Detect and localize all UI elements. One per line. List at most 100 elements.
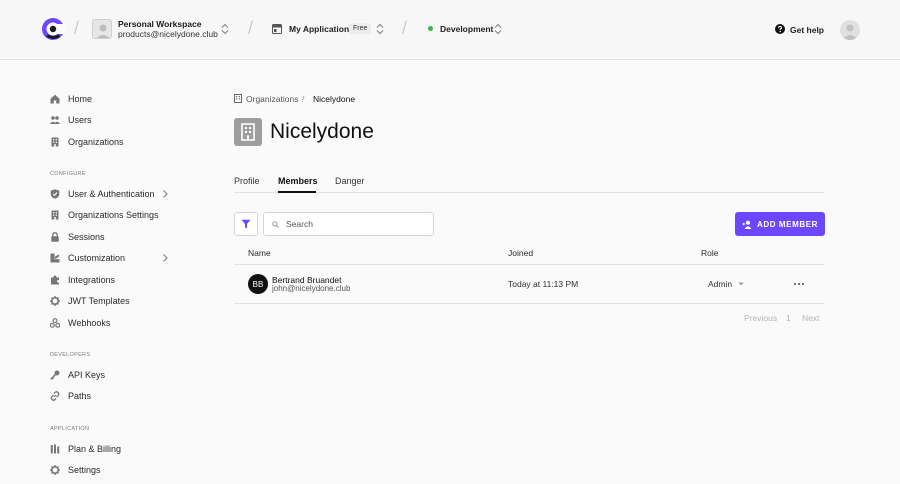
tab-profile[interactable]: Profile [234,176,260,186]
sidebar-item-label: Settings [68,465,101,475]
application-icon [272,24,282,34]
breadcrumb-current: Nicelydone [313,94,356,104]
user-avatar[interactable] [840,20,860,40]
table-row-divider [234,303,824,304]
filter-icon [241,219,251,229]
table-header-divider [234,264,824,265]
sidebar-item-settings[interactable]: Settings [50,463,101,477]
sidebar-item-user-authentication[interactable]: User & Authentication [50,187,168,201]
person-icon [96,24,110,38]
header-divider: / [402,18,408,38]
brush-icon [50,253,60,263]
help-icon[interactable] [775,24,785,34]
billing-icon [50,444,60,454]
clerk-logo[interactable] [40,16,66,42]
member-joined: Today at 11:13 PM [508,279,579,289]
pagination-page[interactable]: 1 [786,313,791,323]
workspace-name[interactable]: Personal Workspace [118,19,201,29]
chevron-right-icon [163,254,168,262]
sidebar-item-plan-billing[interactable]: Plan & Billing [50,442,121,456]
sidebar-item-users[interactable]: Users [50,113,92,127]
sidebar-item-label: Webhooks [68,318,111,328]
webhook-icon [50,318,60,328]
sidebar-item-api-keys[interactable]: API Keys [50,368,105,382]
application-switcher-icon[interactable] [376,23,384,35]
building-icon [241,123,255,141]
sidebar-item-webhooks[interactable]: Webhooks [50,316,110,330]
lock-icon [51,232,59,242]
sidebar-item-home[interactable]: Home [50,92,92,106]
workspace-switcher-icon[interactable] [221,23,229,35]
sidebar-item-integrations[interactable]: Integrations [50,273,115,287]
add-user-icon [742,220,752,229]
add-member-button[interactable]: ADD MEMBER [735,212,825,236]
sidebar-item-label: Home [68,94,93,104]
caret-down-icon[interactable] [738,282,744,286]
header-divider: / [74,18,80,38]
sidebar-item-organizations[interactable]: Organizations [50,135,124,149]
sidebar-item-label: User & Authentication [68,189,155,199]
sidebar-item-label: JWT Templates [68,296,130,306]
building-icon [234,94,242,103]
sidebar-item-jwt-templates[interactable]: JWT Templates [50,294,130,308]
active-tab-indicator [278,191,316,193]
page-title: Nicelydone [270,120,374,143]
add-member-label: ADD MEMBER [756,219,819,229]
application-name[interactable]: My Application [289,24,349,34]
member-email: john@nicelydone.club [272,284,351,293]
building-icon [51,137,59,147]
person-icon [842,24,858,40]
column-header-role: Role [701,248,719,258]
sidebar-item-customization[interactable]: Customization [50,251,168,265]
breadcrumb-separator: / [302,94,305,104]
tab-danger[interactable]: Danger [335,176,365,186]
puzzle-icon [51,275,59,285]
column-header-name: Name [248,248,271,258]
sidebar-item-label: Organizations Settings [68,210,159,220]
sidebar-item-label: Sessions [68,232,105,242]
workspace-email[interactable]: products@nicelydone.club [118,29,218,39]
sidebar-item-label: API Keys [68,370,106,380]
more-actions-icon[interactable] [793,282,805,286]
gear-icon [50,465,60,475]
shield-icon [50,189,60,199]
filter-button[interactable] [234,212,258,236]
sidebar-item-label: Organizations [68,137,124,147]
chevron-right-icon [163,190,168,198]
header-divider: / [248,18,254,38]
search-field[interactable] [263,212,434,236]
environment-status-dot [428,26,433,31]
member-avatar: BB [248,274,268,294]
environment-switcher-icon[interactable] [494,23,502,35]
search-icon [272,221,279,228]
key-icon [50,370,60,380]
organization-logo[interactable] [234,118,262,146]
building-icon [51,210,59,220]
sidebar-item-label: Users [68,115,92,125]
sidebar-item-paths[interactable]: Paths [50,389,91,403]
sidebar-item-organizations-settings[interactable]: Organizations Settings [50,208,159,222]
users-icon [50,116,60,124]
sidebar-item-sessions[interactable]: Sessions [50,230,105,244]
tab-members[interactable]: Members [278,176,318,186]
link-icon [50,391,60,401]
sidebar-item-label: Paths [68,391,92,401]
home-icon [50,94,60,104]
pagination-previous[interactable]: Previous [744,313,777,323]
sidebar-section-title: CONFIGURE [50,171,86,177]
get-help-link[interactable]: Get help [790,25,824,35]
search-input[interactable] [286,217,426,231]
sidebar-section-title: APPLICATION [50,426,90,432]
sidebar-item-label: Integrations [68,275,116,285]
sidebar-section-title: DEVELOPERS [50,352,91,358]
environment-name[interactable]: Development [440,24,493,34]
member-role-select[interactable]: Admin [708,279,732,289]
tabs-divider [234,192,824,193]
sidebar-item-label: Plan & Billing [68,444,122,454]
pagination-next[interactable]: Next [802,313,819,323]
plan-badge: Free [349,23,372,34]
breadcrumb-organizations[interactable]: Organizations [246,94,298,104]
sidebar-item-label: Customization [68,253,126,263]
workspace-avatar[interactable] [92,19,112,39]
column-header-joined: Joined [508,248,534,258]
